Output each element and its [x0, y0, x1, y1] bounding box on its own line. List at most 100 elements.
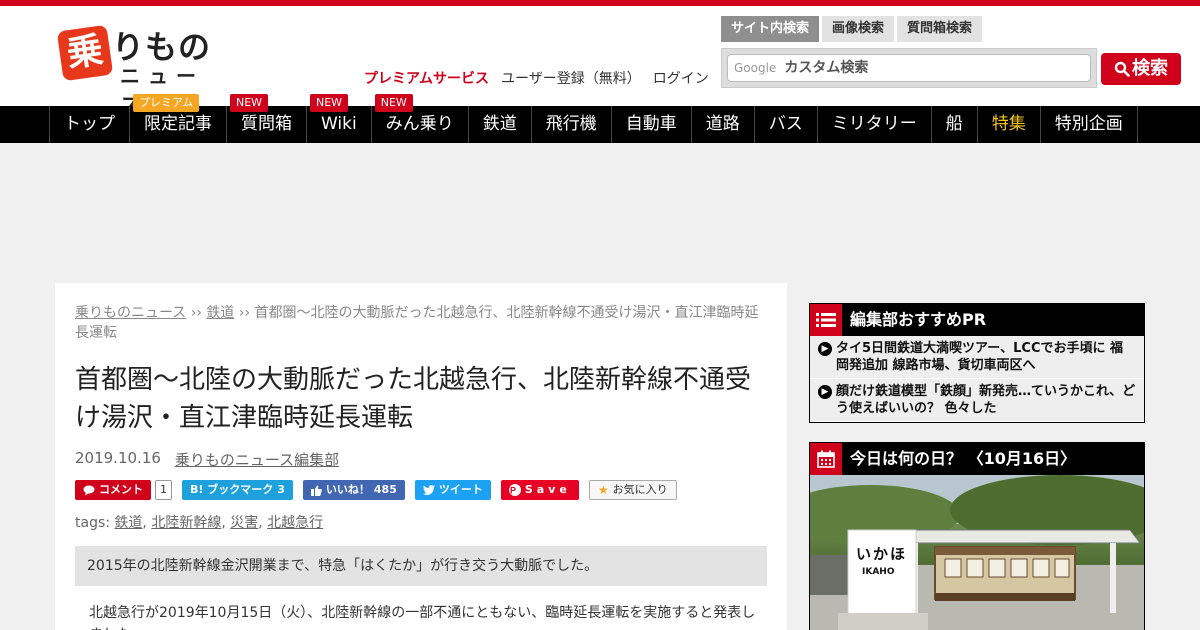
- comment-label: コメント: [99, 483, 143, 496]
- breadcrumb-rail[interactable]: 鉄道: [206, 305, 234, 321]
- tag-link[interactable]: 災害: [230, 515, 258, 531]
- search-bar: Google カスタム検索: [721, 48, 1097, 88]
- breadcrumb: 乗りものニュース ›› 鉄道 ›› 首都圏～北陸の大動脈だった北越急行、北陸新幹…: [75, 303, 767, 343]
- article-main: 乗りものニュース ›› 鉄道 ›› 首都圏～北陸の大動脈だった北越急行、北陸新幹…: [55, 283, 787, 630]
- nav-item-limited[interactable]: プレミアム限定記事: [130, 94, 227, 143]
- search-button-label: 検索: [1132, 58, 1168, 79]
- hatena-bookmark-button[interactable]: B! ブックマーク 3: [182, 480, 293, 500]
- svg-text:P: P: [510, 486, 520, 496]
- article-body: 北越急行が2019年10月15日（火）、北陸新幹線の一部不通にともない、臨時延長…: [89, 605, 756, 630]
- hatena-label: B! ブックマーク: [190, 483, 274, 496]
- favorite-label: お気に入り: [612, 483, 668, 496]
- tag-list: tags: 鉄道, 北陸新幹線, 災害, 北越急行: [75, 515, 324, 531]
- nav-item-feature[interactable]: 特集: [978, 106, 1041, 143]
- article-title: 首都圏～北陸の大動脈だった北越急行、北陸新幹線不通受け湯沢・直江津臨時延長運転: [75, 365, 752, 433]
- nav-item-bus[interactable]: バス: [755, 106, 818, 143]
- nav-label: 限定記事: [144, 114, 212, 134]
- search-tabs: サイト内検索 画像検索 質問箱検索: [721, 16, 983, 42]
- pr-item[interactable]: ▶ 顔だけ鉄道模型「鉄顔」新発売…ていうかこれ、どう使えばいいの？ 色々した: [810, 379, 1144, 422]
- facebook-like-label: いいね！: [325, 483, 370, 496]
- tags-label: tags:: [75, 515, 110, 531]
- nav-item-rail[interactable]: 鉄道: [469, 106, 532, 143]
- favorite-button[interactable]: ★ お気に入り: [588, 480, 677, 500]
- pr-item-text: タイ5日間鉄道大満喫ツアー、LCCでお手頃に 福岡発追加 線路市場、貨切車両区へ: [836, 341, 1124, 373]
- header-links: プレミアムサービス ユーザー登録（無料） ログイン: [364, 68, 709, 88]
- nav-item-car[interactable]: 自動車: [612, 106, 692, 143]
- register-link[interactable]: ユーザー登録（無料）: [501, 68, 641, 88]
- today-box-header: 今日は何の日？ 〈10月16日〉: [810, 443, 1144, 475]
- chevron-right-icon: ▶: [818, 342, 832, 356]
- nav-label: バス: [768, 114, 803, 134]
- social-buttons: コメント 1 B! ブックマーク 3 いいね！ 485 ツイート P Save …: [75, 478, 767, 502]
- tag-link[interactable]: 鉄道: [114, 515, 142, 531]
- hatena-count: 3: [277, 483, 285, 496]
- facebook-like-button[interactable]: いいね！ 485: [302, 480, 405, 500]
- tag-link[interactable]: 北越急行: [267, 515, 323, 531]
- list-icon: [810, 304, 842, 336]
- tab-question-search[interactable]: 質問箱検索: [897, 16, 983, 42]
- new-badge: NEW: [374, 94, 413, 112]
- thumbs-up-icon: [310, 485, 322, 496]
- author-link[interactable]: 乗りものニュース編集部: [175, 449, 339, 470]
- site-logo[interactable]: 乗 りもの ニュース: [56, 24, 230, 117]
- pr-box-header: 編集部おすすめPR: [810, 304, 1144, 336]
- nav-item-road[interactable]: 道路: [692, 106, 755, 143]
- sign-text-sub: IKAHO: [862, 567, 895, 577]
- today-box-title: 今日は何の日？ 〈10月16日〉: [850, 449, 1077, 468]
- nav-item-airplane[interactable]: 飛行機: [532, 106, 612, 143]
- pr-box-title: 編集部おすすめPR: [850, 310, 987, 329]
- nav-item-special-project[interactable]: 特別企画: [1041, 106, 1138, 143]
- pr-box: 編集部おすすめPR ▶ タイ5日間鉄道大満喫ツアー、LCCでお手頃に 福岡発追加…: [809, 303, 1145, 423]
- nav-label: 特別企画: [1054, 114, 1123, 134]
- nav-item-top[interactable]: トップ: [50, 106, 130, 143]
- breadcrumb-sep: ››: [190, 305, 202, 321]
- star-icon: ★: [597, 483, 609, 497]
- pr-item[interactable]: ▶ タイ5日間鉄道大満喫ツアー、LCCでお手頃に 福岡発追加 線路市場、貨切車両…: [810, 336, 1144, 379]
- nav-item-ship[interactable]: 船: [932, 106, 978, 143]
- search-button[interactable]: 検索: [1101, 53, 1181, 85]
- nav-label: みん乗り: [385, 114, 454, 134]
- tab-image-search[interactable]: 画像検索: [822, 16, 895, 42]
- nav-label: 飛行機: [545, 114, 597, 134]
- nav-label: 船: [945, 114, 963, 134]
- nav-item-wiki[interactable]: NEW Wiki: [307, 94, 372, 143]
- pinterest-save-button[interactable]: P Save: [500, 480, 579, 500]
- search-input[interactable]: Google カスタム検索: [727, 54, 1091, 82]
- site-header: 乗 りもの ニュース サイト内検索 画像検索 質問箱検索 Google カスタム…: [0, 6, 1200, 117]
- nav-label: ミリタリー: [831, 114, 917, 134]
- nav-item-minnori[interactable]: NEW みん乗り: [372, 94, 469, 143]
- today-photo[interactable]: いかほ IKAHO: [810, 475, 1144, 630]
- logo-mark: 乗: [56, 24, 114, 82]
- article-meta: 2019.10.16 乗りものニュース編集部: [75, 449, 767, 470]
- search-icon: [1114, 61, 1130, 77]
- tab-site-search[interactable]: サイト内検索: [721, 16, 820, 42]
- nav-label: 道路: [705, 114, 740, 134]
- tweet-button[interactable]: ツイート: [414, 480, 491, 500]
- nav-label: トップ: [64, 114, 115, 134]
- nav-label: 鉄道: [482, 114, 517, 134]
- nav-label: 質問箱: [241, 114, 292, 134]
- today-box: 今日は何の日？ 〈10月16日〉 いかほ IKAHO: [809, 442, 1145, 630]
- breadcrumb-home[interactable]: 乗りものニュース: [75, 305, 186, 321]
- premium-service-link[interactable]: プレミアムサービス: [364, 68, 489, 88]
- pr-item-text: 顔だけ鉄道模型「鉄顔」新発売…ていうかこれ、どう使えばいいの？ 色々した: [836, 384, 1136, 416]
- sign-text-main: いかほ: [856, 545, 908, 563]
- pinterest-label: Save: [524, 483, 571, 496]
- new-badge: NEW: [230, 94, 269, 112]
- nav-label: 自動車: [625, 114, 677, 134]
- nav-item-military[interactable]: ミリタリー: [818, 106, 932, 143]
- twitter-bird-icon: [422, 485, 435, 495]
- calendar-icon: [810, 443, 842, 475]
- pinterest-icon: P: [508, 484, 521, 496]
- nav-item-question[interactable]: NEW 質問箱: [227, 94, 307, 143]
- comment-button[interactable]: コメント: [75, 480, 151, 500]
- login-link[interactable]: ログイン: [653, 68, 709, 88]
- tag-link[interactable]: 北陸新幹線: [151, 515, 221, 531]
- facebook-like-count: 485: [373, 483, 397, 496]
- article-lead: 2015年の北陸新幹線金沢開業まで、特急「はくたか」が行き交う大動脈でした。: [75, 546, 767, 586]
- nav-label: Wiki: [321, 114, 357, 134]
- main-nav: トップ プレミアム 限定記事 NEW 質問箱 NEW Wiki NEW みん乗り 鉄道 …: [0, 94, 1200, 143]
- search-placeholder: カスタム検索: [784, 60, 869, 76]
- premium-badge: プレミアム: [133, 94, 200, 112]
- publish-date: 2019.10.16: [75, 449, 161, 467]
